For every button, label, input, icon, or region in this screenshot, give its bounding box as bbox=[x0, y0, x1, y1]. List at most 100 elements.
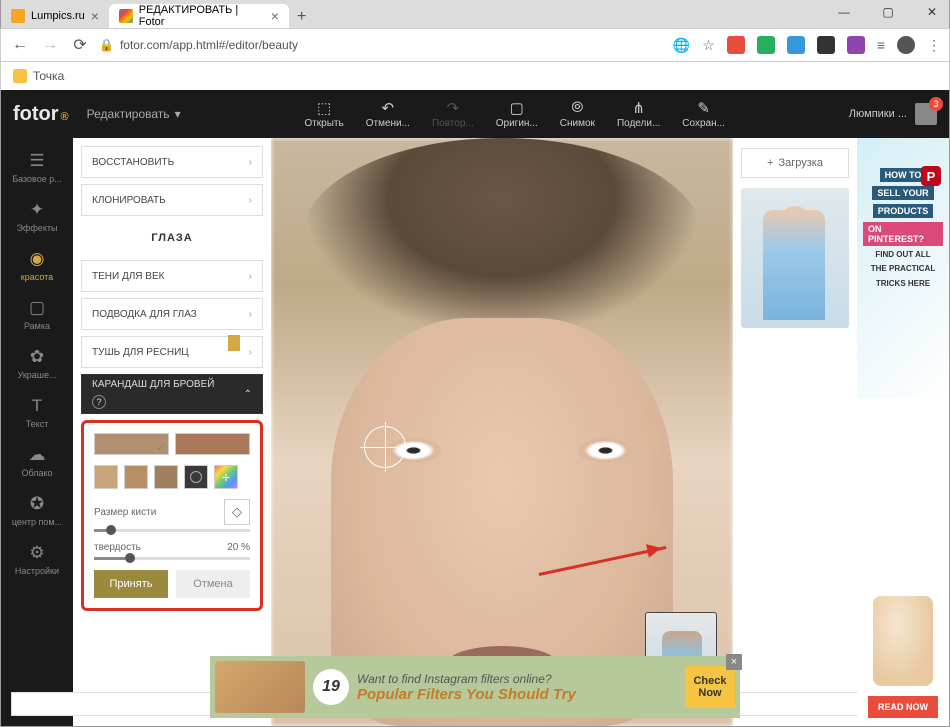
color-swatch-1[interactable]: ✓ bbox=[94, 433, 169, 455]
close-icon[interactable]: × bbox=[91, 8, 99, 24]
fotor-logo[interactable]: fotor® bbox=[13, 103, 69, 126]
sparkle-icon: ✦ bbox=[27, 200, 47, 220]
hardness-slider[interactable] bbox=[94, 557, 250, 560]
bookmark-tochka[interactable]: Точка bbox=[33, 69, 64, 83]
forward-button[interactable]: → bbox=[39, 34, 61, 56]
panel-restore[interactable]: ВОССТАНОВИТЬ› bbox=[81, 146, 263, 178]
favicon-lumpics bbox=[11, 9, 25, 23]
panel-mascara[interactable]: ТУШЬ ДЛЯ РЕСНИЦ› bbox=[81, 336, 263, 368]
original-button[interactable]: ▢Оригин... bbox=[496, 100, 538, 129]
color-swatch-4[interactable] bbox=[124, 465, 148, 489]
reading-list-icon[interactable]: ≡ bbox=[877, 37, 885, 53]
bottom-ad-line2: Popular Filters You Should Try bbox=[357, 686, 677, 703]
panel-clone[interactable]: КЛОНИРОВАТЬ› bbox=[81, 184, 263, 216]
panel-eyeshadow[interactable]: ТЕНИ ДЛЯ ВЕК› bbox=[81, 260, 263, 292]
share-button[interactable]: ⋔Подели... bbox=[617, 100, 660, 129]
side-panel: ВОССТАНОВИТЬ› КЛОНИРОВАТЬ› ГЛАЗА ТЕНИ ДЛ… bbox=[73, 138, 271, 726]
translate-icon[interactable]: 🌐 bbox=[673, 37, 690, 54]
address-bar[interactable]: 🔒 fotor.com/app.html#/editor/beauty bbox=[99, 38, 665, 52]
new-tab-button[interactable]: + bbox=[289, 4, 314, 28]
panel-eyebrow-pencil[interactable]: КАРАНДАШ ДЛЯ БРОВЕЙ ? ⌃ bbox=[81, 374, 263, 414]
cloud-icon: ☁ bbox=[27, 445, 47, 465]
rail-frame[interactable]: ▢Рамка bbox=[1, 291, 73, 338]
rail-beauty[interactable]: ◉красота bbox=[1, 242, 73, 289]
help-icon[interactable]: ? bbox=[92, 395, 106, 409]
bottom-ad-number: 19 bbox=[313, 669, 349, 705]
chevron-right-icon: › bbox=[249, 309, 252, 320]
bookmarks-bar: Точка bbox=[0, 62, 950, 90]
rail-cloud[interactable]: ☁Облако bbox=[1, 438, 73, 485]
left-rail: ☰Базовое р... ✦Эффекты ◉красота ▢Рамка ✿… bbox=[1, 138, 73, 726]
slider-thumb[interactable] bbox=[106, 525, 116, 535]
rail-basic[interactable]: ☰Базовое р... bbox=[1, 144, 73, 191]
rail-help[interactable]: ✪центр пом... bbox=[1, 487, 73, 534]
ad-cta-button[interactable]: READ NOW bbox=[868, 696, 938, 718]
ad-sub-1: FIND OUT ALL bbox=[875, 250, 930, 260]
window-maximize[interactable]: ▢ bbox=[874, 2, 902, 22]
bottom-ad-cta[interactable]: Check Now bbox=[685, 666, 735, 708]
brushebrush-size-slider[interactable] bbox=[94, 529, 250, 532]
bottom-ad-close[interactable]: × bbox=[726, 654, 742, 670]
color-swatch-custom[interactable] bbox=[184, 465, 208, 489]
user-name: Люмпики ... bbox=[849, 108, 907, 120]
rail-settings[interactable]: ⚙Настройки bbox=[1, 536, 73, 583]
ext-icon-1[interactable] bbox=[727, 36, 745, 54]
user-area[interactable]: Люмпики ... 3 bbox=[849, 103, 937, 125]
ad-top[interactable]: P HOW TO SELL YOUR PRODUCTS ON PINTEREST… bbox=[857, 138, 949, 398]
eyes-section-title: ГЛАЗА bbox=[81, 222, 263, 254]
tab-title: Lumpics.ru bbox=[31, 10, 85, 22]
right-panel: + Загрузка 🗑 Очистить все bbox=[733, 138, 857, 726]
rail-text[interactable]: TТекст bbox=[1, 389, 73, 436]
redo-button[interactable]: ↷Повтор... bbox=[432, 100, 474, 129]
browser-tabs: Lumpics.ru × РЕДАКТИРОВАТЬ | Fotor × + bbox=[0, 0, 950, 28]
back-button[interactable]: ← bbox=[9, 34, 31, 56]
eraser-button[interactable]: ◇ bbox=[224, 499, 250, 525]
close-icon[interactable]: × bbox=[271, 8, 279, 24]
tab-title: РЕДАКТИРОВАТЬ | Fotor bbox=[139, 4, 265, 28]
profile-avatar[interactable] bbox=[897, 36, 915, 54]
ad-product-image bbox=[873, 596, 933, 686]
share-icon: ⋔ bbox=[629, 100, 649, 116]
chevron-right-icon: › bbox=[249, 195, 252, 206]
ext-icon-2[interactable] bbox=[757, 36, 775, 54]
bottom-ad-banner[interactable]: 19 Want to find Instagram filters online… bbox=[210, 656, 740, 718]
ad-bottom[interactable]: READ NOW bbox=[857, 398, 949, 726]
edit-dropdown[interactable]: Редактировать ▾ bbox=[87, 107, 181, 121]
window-minimize[interactable]: — bbox=[830, 2, 858, 22]
slider-thumb[interactable] bbox=[125, 553, 135, 563]
thumb-body bbox=[763, 210, 825, 320]
brush-cursor bbox=[364, 426, 406, 468]
url-text: fotor.com/app.html#/editor/beauty bbox=[120, 38, 298, 52]
save-button[interactable]: ✎Сохран... bbox=[682, 100, 725, 129]
help-icon: ✪ bbox=[27, 494, 47, 514]
snapshot-button[interactable]: ⦾Снимок bbox=[560, 100, 595, 129]
eraser-icon: ◇ bbox=[232, 504, 242, 520]
favicon-fotor bbox=[119, 9, 133, 23]
tab-fotor[interactable]: РЕДАКТИРОВАТЬ | Fotor × bbox=[109, 4, 289, 28]
color-picker-add[interactable]: + bbox=[214, 465, 238, 489]
tab-lumpics[interactable]: Lumpics.ru × bbox=[1, 4, 109, 28]
menu-icon[interactable]: ⋮ bbox=[927, 37, 941, 54]
reload-button[interactable]: ⟳ bbox=[69, 34, 91, 56]
ext-icon-5[interactable] bbox=[847, 36, 865, 54]
color-swatch-3[interactable] bbox=[94, 465, 118, 489]
ext-icon-4[interactable] bbox=[817, 36, 835, 54]
thumbnail[interactable] bbox=[741, 188, 849, 328]
star-icon[interactable]: ☆ bbox=[702, 37, 715, 54]
rail-effects[interactable]: ✦Эффекты bbox=[1, 193, 73, 240]
color-swatch-2[interactable] bbox=[175, 433, 250, 455]
ext-icon-3[interactable] bbox=[787, 36, 805, 54]
save-icon: ✎ bbox=[694, 100, 714, 116]
upload-button[interactable]: + Загрузка bbox=[741, 148, 849, 178]
cancel-button[interactable]: Отмена bbox=[176, 570, 250, 598]
chevron-down-icon: ▾ bbox=[175, 107, 181, 121]
window-close[interactable]: ✕ bbox=[918, 2, 946, 22]
canvas-area[interactable]: 452 × 720 пиксел... − 518% + Сравнить ↘ bbox=[271, 138, 733, 726]
panel-eyeliner[interactable]: ПОДВОДКА ДЛЯ ГЛАЗ› bbox=[81, 298, 263, 330]
rail-stickers[interactable]: ✿Украше... bbox=[1, 340, 73, 387]
accept-button[interactable]: Принять bbox=[94, 570, 168, 598]
text-icon: T bbox=[27, 396, 47, 416]
color-swatch-5[interactable] bbox=[154, 465, 178, 489]
open-button[interactable]: ⬚Открыть bbox=[304, 100, 343, 129]
undo-button[interactable]: ↶Отмени... bbox=[366, 100, 410, 129]
